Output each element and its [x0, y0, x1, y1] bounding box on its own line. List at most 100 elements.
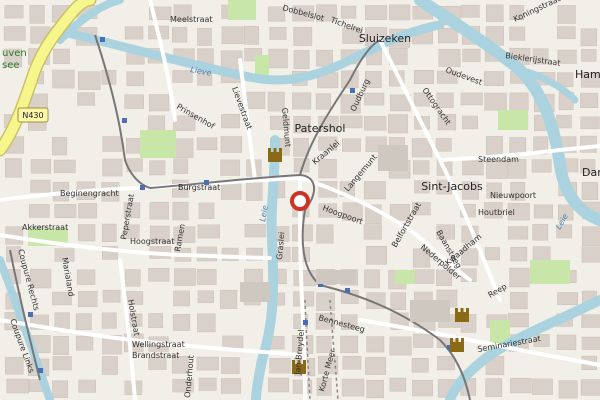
street-label: Steendam — [478, 155, 519, 164]
building-block — [531, 159, 552, 173]
building-block — [76, 269, 96, 285]
building-block — [244, 223, 266, 238]
street-label: Wellingstraat — [132, 340, 185, 349]
building-block — [556, 334, 577, 350]
building-block — [315, 93, 332, 110]
building-block — [342, 138, 361, 152]
building-block — [316, 292, 335, 311]
map-view[interactable]: N430 Sluizeken Patershol Sint-Jacobs Ham… — [0, 0, 600, 400]
park-area — [498, 110, 528, 130]
building-block — [53, 159, 76, 174]
building-block — [124, 94, 144, 109]
building-block — [220, 182, 242, 200]
building-block — [101, 312, 117, 329]
building-block — [364, 269, 380, 289]
town-square — [378, 145, 408, 171]
building-block — [198, 377, 217, 391]
building-block — [462, 115, 478, 130]
place-label: Patershol — [295, 122, 346, 135]
building-block — [438, 49, 461, 67]
building-block — [413, 333, 434, 348]
building-block — [52, 69, 75, 89]
street-label: Meelstraat — [170, 15, 213, 24]
building-block — [532, 246, 551, 261]
building-block — [28, 204, 50, 218]
building-block — [78, 203, 98, 219]
building-block — [484, 92, 507, 111]
building-block — [366, 246, 387, 265]
building-block — [581, 49, 597, 62]
building-block — [124, 269, 141, 287]
building-block — [293, 138, 309, 157]
building-block — [149, 160, 166, 176]
building-block — [556, 114, 572, 129]
building-block — [220, 136, 243, 153]
building-block — [4, 5, 24, 19]
tram-stop — [122, 118, 127, 123]
building-block — [78, 71, 101, 90]
building-block — [556, 26, 576, 40]
building-block — [198, 202, 215, 219]
building-block — [363, 116, 387, 131]
building-block — [268, 48, 288, 69]
building-block — [221, 26, 244, 45]
location-pin-icon[interactable] — [290, 191, 310, 211]
building-block — [460, 92, 483, 106]
park-area — [530, 260, 570, 284]
building-block — [485, 4, 504, 22]
building-block — [101, 223, 117, 242]
building-block — [316, 224, 334, 244]
building-block — [5, 158, 22, 178]
building-block — [366, 336, 385, 353]
building-block — [173, 290, 190, 307]
street-label: Akkerstraat — [22, 223, 68, 232]
building-block — [243, 25, 260, 45]
building-block — [389, 377, 407, 392]
building-block — [389, 4, 411, 21]
building-block — [580, 135, 597, 153]
building-block — [364, 92, 385, 106]
building-block — [581, 336, 600, 350]
tram-stop — [28, 312, 33, 317]
building-block — [172, 314, 191, 331]
building-block — [269, 27, 287, 40]
building-block — [197, 224, 220, 239]
building-block — [438, 28, 458, 44]
building-block — [3, 26, 26, 41]
street-label: Burgstraat — [178, 183, 220, 192]
building-block — [196, 137, 218, 151]
building-block — [316, 49, 333, 67]
building-block — [365, 357, 387, 375]
street-label: Nieuwpoort — [490, 191, 536, 200]
building-block — [507, 226, 529, 240]
building-block — [510, 246, 528, 262]
building-block — [268, 377, 290, 393]
building-block — [52, 356, 72, 371]
tram-stop — [303, 320, 308, 325]
building-block — [196, 269, 217, 285]
map-canvas[interactable]: N430 Sluizeken Patershol Sint-Jacobs Ham… — [0, 0, 600, 400]
building-block — [147, 115, 166, 132]
building-block — [580, 116, 600, 130]
building-block — [292, 92, 312, 110]
building-block — [126, 71, 145, 87]
building-block — [486, 136, 503, 156]
building-block — [365, 5, 388, 21]
building-block — [580, 379, 600, 396]
park-area — [395, 270, 415, 284]
tram-stop — [350, 88, 355, 93]
place-label: Dam — [582, 166, 600, 179]
building-block — [532, 223, 549, 241]
road-shield-n430: N430 — [17, 107, 49, 123]
building-block — [293, 27, 313, 46]
building-block — [581, 226, 600, 246]
building-block — [509, 92, 529, 111]
building-block — [341, 378, 365, 397]
building-block — [148, 268, 170, 282]
castle-icon — [455, 308, 469, 322]
tram-stop — [140, 185, 145, 190]
place-label: Sluizeken — [359, 32, 411, 45]
tram-stop — [38, 368, 43, 373]
building-block — [197, 290, 214, 304]
building-block — [558, 380, 578, 399]
